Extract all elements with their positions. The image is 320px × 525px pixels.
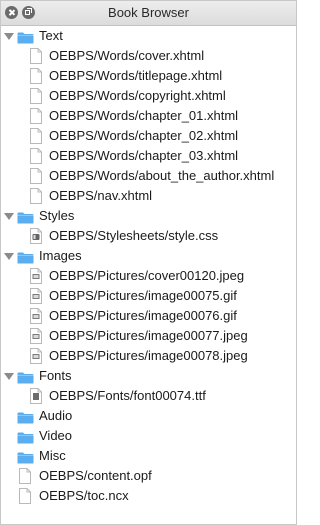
file-label: OEBPS/content.opf [39, 468, 152, 483]
folder-icon [17, 250, 34, 264]
font-file-icon [30, 388, 42, 404]
disclosure-triangle-icon[interactable] [4, 33, 14, 40]
folder-audio[interactable]: Audio [1, 406, 296, 426]
image-file-icon [30, 348, 42, 364]
folder-text[interactable]: Text [1, 26, 296, 46]
document-file-icon [30, 68, 42, 84]
file-item[interactable]: OEBPS/Words/chapter_03.xhtml [1, 146, 296, 166]
document-file-icon [30, 108, 42, 124]
document-file-icon [30, 148, 42, 164]
file-item[interactable]: OEBPS/Words/titlepage.xhtml [1, 66, 296, 86]
file-label: OEBPS/Pictures/image00078.jpeg [49, 348, 248, 363]
folder-icon [17, 430, 34, 444]
document-file-icon [30, 48, 42, 64]
folder-label: Audio [39, 408, 73, 423]
folder-label: Text [39, 28, 63, 43]
file-item[interactable]: OEBPS/Pictures/image00075.gif [1, 286, 296, 306]
book-browser-panel: Book Browser Text OEBPS/Words/cover.xhtml… [0, 0, 297, 525]
file-item[interactable]: OEBPS/Words/about_the_author.xhtml [1, 166, 296, 186]
file-item[interactable]: OEBPS/Words/chapter_02.xhtml [1, 126, 296, 146]
file-item[interactable]: OEBPS/Stylesheets/style.css [1, 226, 296, 246]
document-file-icon [19, 488, 31, 504]
file-item[interactable]: OEBPS/nav.xhtml [1, 186, 296, 206]
file-label: OEBPS/Words/chapter_02.xhtml [49, 128, 239, 143]
folder-label: Fonts [39, 368, 72, 383]
file-item[interactable]: OEBPS/Pictures/image00077.jpeg [1, 326, 296, 346]
document-file-icon [30, 168, 42, 184]
file-label: OEBPS/Words/chapter_01.xhtml [49, 108, 239, 123]
folder-icon [17, 210, 34, 224]
folder-images[interactable]: Images [1, 246, 296, 266]
folder-misc[interactable]: Misc [1, 446, 296, 466]
image-file-icon [30, 308, 42, 324]
folder-label: Styles [39, 208, 75, 223]
disclosure-triangle-icon[interactable] [4, 213, 14, 220]
file-tree: Text OEBPS/Words/cover.xhtml OEBPS/Words/t… [1, 26, 296, 506]
panel-title: Book Browser [108, 5, 189, 20]
file-label: OEBPS/Stylesheets/style.css [49, 228, 219, 243]
file-item[interactable]: OEBPS/Pictures/image00076.gif [1, 306, 296, 326]
folder-icon [17, 370, 34, 384]
title-bar: Book Browser [1, 1, 296, 26]
image-file-icon [30, 268, 42, 284]
file-item[interactable]: OEBPS/Fonts/font00074.ttf [1, 386, 296, 406]
disclosure-triangle-icon[interactable] [4, 373, 14, 380]
file-label: OEBPS/Pictures/image00077.jpeg [49, 328, 248, 343]
folder-video[interactable]: Video [1, 426, 296, 446]
file-label: OEBPS/Pictures/image00075.gif [49, 288, 237, 303]
file-label: OEBPS/Words/titlepage.xhtml [49, 68, 223, 83]
file-item[interactable]: OEBPS/Words/chapter_01.xhtml [1, 106, 296, 126]
file-label: OEBPS/Words/about_the_author.xhtml [49, 168, 275, 183]
file-label: OEBPS/Fonts/font00074.ttf [49, 388, 206, 403]
stylesheet-file-icon [30, 228, 42, 244]
file-item[interactable]: OEBPS/Words/copyright.xhtml [1, 86, 296, 106]
folder-icon [17, 450, 34, 464]
file-item[interactable]: OEBPS/content.opf [1, 466, 296, 486]
file-item[interactable]: OEBPS/Pictures/image00078.jpeg [1, 346, 296, 366]
file-label: OEBPS/Words/cover.xhtml [49, 48, 205, 63]
document-file-icon [19, 468, 31, 484]
folder-label: Video [39, 428, 73, 443]
folder-icon [17, 410, 34, 424]
file-item[interactable]: OEBPS/toc.ncx [1, 486, 296, 506]
file-item[interactable]: OEBPS/Pictures/cover00120.jpeg [1, 266, 296, 286]
disclosure-triangle-icon[interactable] [4, 253, 14, 260]
image-file-icon [30, 288, 42, 304]
document-file-icon [30, 128, 42, 144]
file-label: OEBPS/Words/copyright.xhtml [49, 88, 226, 103]
file-item[interactable]: OEBPS/Words/cover.xhtml [1, 46, 296, 66]
image-file-icon [30, 328, 42, 344]
folder-label: Images [39, 248, 82, 263]
document-file-icon [30, 88, 42, 104]
folder-fonts[interactable]: Fonts [1, 366, 296, 386]
folder-label: Misc [39, 448, 66, 463]
folder-icon [17, 30, 34, 44]
folder-styles[interactable]: Styles [1, 206, 296, 226]
file-label: OEBPS/Pictures/image00076.gif [49, 308, 237, 323]
file-label: OEBPS/toc.ncx [39, 488, 129, 503]
document-file-icon [30, 188, 42, 204]
file-label: OEBPS/nav.xhtml [49, 188, 153, 203]
file-label: OEBPS/Pictures/cover00120.jpeg [49, 268, 245, 283]
file-label: OEBPS/Words/chapter_03.xhtml [49, 148, 239, 163]
